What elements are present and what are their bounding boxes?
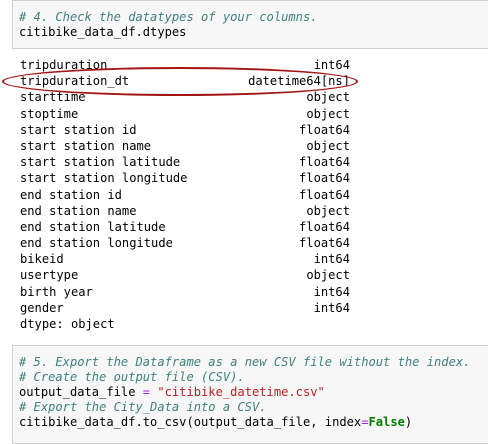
column-dtype: object xyxy=(306,106,350,121)
dtype-row: start station name object xyxy=(20,138,350,154)
column-name: start station id xyxy=(20,122,137,137)
column-dtype: object xyxy=(306,203,350,218)
column-dtype: int64 xyxy=(313,300,350,315)
dtype-row: tripduration int64 xyxy=(20,57,350,73)
string-literal: "citibike_datetime.csv" xyxy=(157,385,325,399)
function-call: citibike_data_df.to_csv(output_data_file… xyxy=(19,415,362,429)
code-line: citibike_data_df.dtypes xyxy=(19,25,187,39)
code-comment: # Create the output file (CSV). xyxy=(19,370,245,384)
variable-name: output_data_file xyxy=(19,385,136,399)
column-name: birth year xyxy=(20,284,93,299)
column-name: stoptime xyxy=(20,106,79,121)
column-dtype: float64 xyxy=(299,155,350,170)
dtype-row: bikeid int64 xyxy=(20,251,350,267)
column-dtype: float64 xyxy=(299,236,350,251)
dtype-row: birth year int64 xyxy=(20,284,350,300)
column-dtype: int64 xyxy=(313,252,350,267)
code-line-to-csv: citibike_data_df.to_csv(output_data_file… xyxy=(19,415,488,430)
dtype-row: usertype object xyxy=(20,267,350,283)
column-name: start station latitude xyxy=(20,155,181,170)
equals-operator: = xyxy=(361,415,369,429)
dtypes-output: tripduration int64 tripduration_dt datetime… xyxy=(20,57,350,332)
column-dtype: float64 xyxy=(299,122,350,137)
column-dtype: float64 xyxy=(299,187,350,202)
dtype-row: end station id float64 xyxy=(20,187,350,203)
keyword-false: False xyxy=(368,415,405,429)
close-paren: ) xyxy=(404,415,413,429)
dtype-row: end station name object xyxy=(20,203,350,219)
dtype-row: end station latitude float64 xyxy=(20,219,350,235)
dtype-row: starttime object xyxy=(20,89,350,105)
column-name: end station longitude xyxy=(20,236,173,251)
column-name: end station id xyxy=(20,187,122,202)
code-line-assignment: output_data_file = "citibike_datetime.cs… xyxy=(19,385,488,400)
column-name: start station longitude xyxy=(20,171,188,186)
column-dtype: float64 xyxy=(299,219,350,234)
column-dtype: object xyxy=(306,138,350,153)
column-name: usertype xyxy=(20,268,79,283)
column-name: end station name xyxy=(20,203,137,218)
dtype-row: tripduration_dt datetime64[ns] xyxy=(20,73,350,89)
column-name: start station name xyxy=(20,138,152,153)
column-name: bikeid xyxy=(20,252,64,267)
code-cell-export-csv[interactable]: # 5. Export the Dataframe as a new CSV f… xyxy=(12,345,488,444)
code-comment: # 5. Export the Dataframe as a new CSV f… xyxy=(19,355,471,369)
column-name: end station latitude xyxy=(20,219,166,234)
column-dtype: datetime64[ns] xyxy=(248,74,350,89)
column-dtype: float64 xyxy=(299,171,350,186)
dtype-row: start station latitude float64 xyxy=(20,154,350,170)
dtype-row: start station id float64 xyxy=(20,122,350,138)
assign-operator: = xyxy=(135,385,158,399)
code-comment: # Export the City_Data into a CSV. xyxy=(19,400,267,414)
column-dtype: object xyxy=(306,268,350,283)
dtype-row: end station longitude float64 xyxy=(20,235,350,251)
dtype-row: start station longitude float64 xyxy=(20,170,350,186)
column-dtype: int64 xyxy=(313,284,350,299)
column-name: starttime xyxy=(20,90,86,105)
code-comment: # 4. Check the datatypes of your columns… xyxy=(19,10,318,24)
column-name: gender xyxy=(20,300,64,315)
column-name: tripduration xyxy=(20,58,108,72)
dtype-row: gender int64 xyxy=(20,300,350,316)
dtype-row: stoptime object xyxy=(20,106,350,122)
column-name: tripduration_dt xyxy=(20,74,130,89)
column-dtype: object xyxy=(306,90,350,105)
dtypes-footer: dtype: object xyxy=(20,317,115,331)
column-dtype: int64 xyxy=(313,58,350,72)
code-cell-check-dtypes[interactable]: # 4. Check the datatypes of your columns… xyxy=(12,0,488,49)
